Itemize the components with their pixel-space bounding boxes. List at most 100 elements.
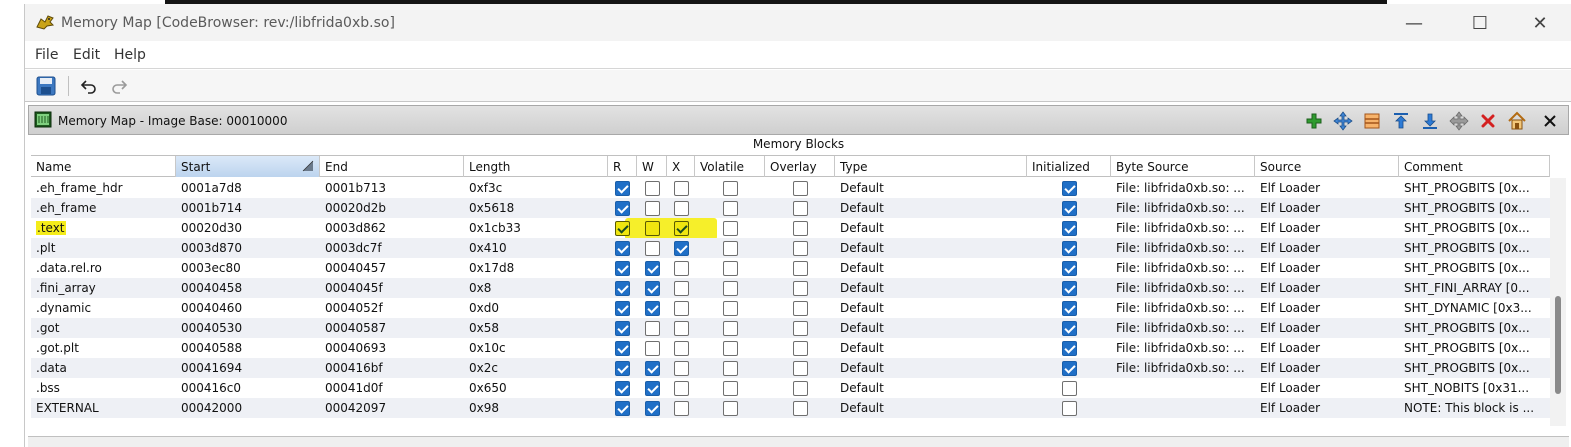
checkbox-volatile[interactable] <box>723 381 738 396</box>
checkbox-volatile[interactable] <box>723 221 738 236</box>
table-row[interactable]: .got 00040530 00040587 0x58 Default File: lib… <box>31 318 1550 338</box>
save-button[interactable] <box>34 74 58 98</box>
checkbox-overlay[interactable] <box>793 381 808 396</box>
close-button[interactable]: ✕ <box>1511 8 1569 38</box>
checkbox-overlay[interactable] <box>793 241 808 256</box>
checkbox-overlay[interactable] <box>793 221 808 236</box>
checkbox-overlay[interactable] <box>793 401 808 416</box>
table-row[interactable]: .dynamic 00040460 0004052f 0xd0 Default File:… <box>31 298 1550 318</box>
table-row[interactable]: .fini_array 00040458 0004045f 0x8 Default Fil… <box>31 278 1550 298</box>
checkbox-x[interactable] <box>674 281 689 296</box>
column-header-volatile[interactable]: Volatile <box>695 156 765 177</box>
checkbox-volatile[interactable] <box>723 201 738 216</box>
checkbox-w[interactable] <box>645 301 660 316</box>
table-row[interactable]: .got.plt 00040588 00040693 0x10c Default File… <box>31 338 1550 358</box>
table-row[interactable]: .eh_frame_hdr 0001a7d8 0001b713 0xf3c Defaul… <box>31 178 1550 198</box>
checkbox-x[interactable] <box>674 381 689 396</box>
checkbox-initialized[interactable] <box>1062 401 1077 416</box>
add-block-button[interactable] <box>1303 110 1325 132</box>
checkbox-overlay[interactable] <box>793 261 808 276</box>
checkbox-overlay[interactable] <box>793 201 808 216</box>
checkbox-w[interactable] <box>645 321 660 336</box>
checkbox-initialized[interactable] <box>1062 321 1077 336</box>
checkbox-overlay[interactable] <box>793 361 808 376</box>
column-header-start[interactable]: Start <box>176 156 320 177</box>
checkbox-overlay[interactable] <box>793 301 808 316</box>
close-panel-button[interactable] <box>1539 110 1561 132</box>
checkbox-x[interactable] <box>674 221 689 236</box>
checkbox-r[interactable] <box>615 281 630 296</box>
checkbox-volatile[interactable] <box>723 301 738 316</box>
table-row[interactable]: EXTERNAL 00042000 00042097 0x98 Default Elf L… <box>31 398 1550 418</box>
checkbox-volatile[interactable] <box>723 341 738 356</box>
checkbox-overlay[interactable] <box>793 341 808 356</box>
set-image-base-button[interactable] <box>1506 110 1528 132</box>
column-header-overlay[interactable]: Overlay <box>765 156 835 177</box>
checkbox-initialized[interactable] <box>1062 221 1077 236</box>
checkbox-w[interactable] <box>645 221 660 236</box>
column-header-comment[interactable]: Comment <box>1399 156 1550 177</box>
checkbox-w[interactable] <box>645 241 660 256</box>
checkbox-initialized[interactable] <box>1062 281 1077 296</box>
column-header-name[interactable]: Name <box>31 156 176 177</box>
table-row[interactable]: .data.rel.ro 0003ec80 00040457 0x17d8 Defaul… <box>31 258 1550 278</box>
minimize-button[interactable]: — <box>1385 8 1443 38</box>
checkbox-r[interactable] <box>615 241 630 256</box>
checkbox-initialized[interactable] <box>1062 261 1077 276</box>
checkbox-volatile[interactable] <box>723 321 738 336</box>
expand-up-button[interactable] <box>1390 110 1412 132</box>
redo-button[interactable] <box>107 74 131 98</box>
checkbox-x[interactable] <box>674 261 689 276</box>
checkbox-initialized[interactable] <box>1062 301 1077 316</box>
checkbox-r[interactable] <box>615 341 630 356</box>
column-header-length[interactable]: Length <box>464 156 608 177</box>
expand-down-button[interactable] <box>1419 110 1441 132</box>
checkbox-r[interactable] <box>615 321 630 336</box>
checkbox-volatile[interactable] <box>723 261 738 276</box>
vertical-scrollbar[interactable] <box>1550 178 1566 426</box>
scrollbar-thumb[interactable] <box>1555 296 1561 394</box>
checkbox-w[interactable] <box>645 181 660 196</box>
checkbox-w[interactable] <box>645 401 660 416</box>
checkbox-r[interactable] <box>615 301 630 316</box>
table-row[interactable]: .eh_frame 0001b714 00020d2b 0x5618 Default Fi… <box>31 198 1550 218</box>
checkbox-x[interactable] <box>674 241 689 256</box>
checkbox-r[interactable] <box>615 181 630 196</box>
checkbox-w[interactable] <box>645 361 660 376</box>
checkbox-overlay[interactable] <box>793 281 808 296</box>
checkbox-r[interactable] <box>615 381 630 396</box>
checkbox-x[interactable] <box>674 361 689 376</box>
checkbox-initialized[interactable] <box>1062 241 1077 256</box>
column-header-r[interactable]: R <box>608 156 637 177</box>
checkbox-volatile[interactable] <box>723 281 738 296</box>
menu-help[interactable]: Help <box>114 47 146 63</box>
menu-file[interactable]: File <box>35 47 58 63</box>
maximize-button[interactable]: ☐ <box>1451 8 1509 38</box>
checkbox-x[interactable] <box>674 201 689 216</box>
checkbox-x[interactable] <box>674 181 689 196</box>
undo-button[interactable] <box>77 74 101 98</box>
checkbox-w[interactable] <box>645 341 660 356</box>
checkbox-initialized[interactable] <box>1062 361 1077 376</box>
checkbox-initialized[interactable] <box>1062 381 1077 396</box>
move-block-button[interactable] <box>1332 110 1354 132</box>
checkbox-x[interactable] <box>674 301 689 316</box>
checkbox-x[interactable] <box>674 401 689 416</box>
checkbox-r[interactable] <box>615 261 630 276</box>
checkbox-volatile[interactable] <box>723 181 738 196</box>
checkbox-r[interactable] <box>615 221 630 236</box>
column-header-end[interactable]: End <box>320 156 464 177</box>
column-header-initialized[interactable]: Initialized <box>1027 156 1111 177</box>
column-header-source[interactable]: Source <box>1255 156 1399 177</box>
table-row[interactable]: .text 00020d30 0003d862 0x1cb33 Default File:… <box>31 218 1550 238</box>
merge-blocks-button[interactable] <box>1448 110 1470 132</box>
checkbox-w[interactable] <box>645 381 660 396</box>
column-header-w[interactable]: W <box>637 156 667 177</box>
checkbox-w[interactable] <box>645 261 660 276</box>
menu-edit[interactable]: Edit <box>73 47 100 63</box>
checkbox-x[interactable] <box>674 341 689 356</box>
checkbox-volatile[interactable] <box>723 241 738 256</box>
column-header-type[interactable]: Type <box>835 156 1027 177</box>
table-row[interactable]: .plt 0003d870 0003dc7f 0x410 Default File: li… <box>31 238 1550 258</box>
checkbox-volatile[interactable] <box>723 361 738 376</box>
